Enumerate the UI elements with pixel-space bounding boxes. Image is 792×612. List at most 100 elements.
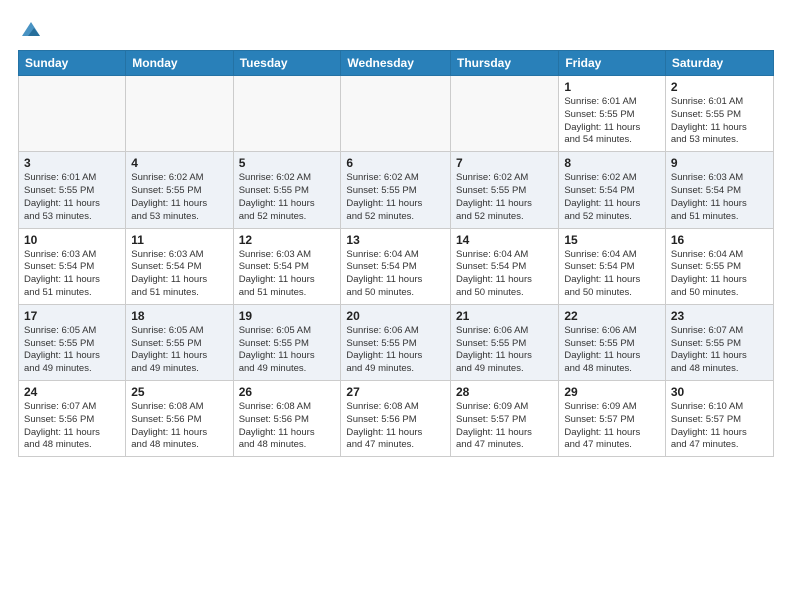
day-info: Sunrise: 6:10 AM Sunset: 5:57 PM Dayligh… — [671, 401, 768, 452]
calendar-week-row: 1 Sunrise: 6:01 AM Sunset: 5:55 PM Daylig… — [19, 76, 774, 152]
day-info: Sunrise: 6:02 AM Sunset: 5:54 PM Dayligh… — [564, 172, 660, 223]
day-number: 13 — [346, 233, 445, 247]
day-number: 23 — [671, 309, 768, 323]
day-info: Sunrise: 6:06 AM Sunset: 5:55 PM Dayligh… — [346, 325, 445, 376]
day-number: 26 — [239, 385, 336, 399]
day-info: Sunrise: 6:06 AM Sunset: 5:55 PM Dayligh… — [564, 325, 660, 376]
calendar-cell: 2 Sunrise: 6:01 AM Sunset: 5:55 PM Daylig… — [665, 76, 773, 152]
calendar-cell: 8 Sunrise: 6:02 AM Sunset: 5:54 PM Daylig… — [559, 152, 666, 228]
day-number: 19 — [239, 309, 336, 323]
day-info: Sunrise: 6:02 AM Sunset: 5:55 PM Dayligh… — [346, 172, 445, 223]
calendar-header-tuesday: Tuesday — [233, 51, 341, 76]
day-number: 3 — [24, 156, 120, 170]
calendar-cell — [126, 76, 233, 152]
calendar-cell: 21Sunrise: 6:06 AM Sunset: 5:55 PM Dayli… — [451, 304, 559, 380]
calendar-cell: 22 Sunrise: 6:06 AM Sunset: 5:55 PM Dayli… — [559, 304, 666, 380]
calendar-week-row: 3 Sunrise: 6:01 AM Sunset: 5:55 PM Daylig… — [19, 152, 774, 228]
day-number: 17 — [24, 309, 120, 323]
day-info: Sunrise: 6:09 AM Sunset: 5:57 PM Dayligh… — [456, 401, 553, 452]
day-number: 10 — [24, 233, 120, 247]
calendar-cell: 20 Sunrise: 6:06 AM Sunset: 5:55 PM Dayli… — [341, 304, 451, 380]
calendar-cell: 29 Sunrise: 6:09 AM Sunset: 5:57 PM Dayli… — [559, 381, 666, 457]
calendar-week-row: 24 Sunrise: 6:07 AM Sunset: 5:56 PM Dayli… — [19, 381, 774, 457]
calendar-header-friday: Friday — [559, 51, 666, 76]
day-number: 7 — [456, 156, 553, 170]
calendar-cell: 1 Sunrise: 6:01 AM Sunset: 5:55 PM Daylig… — [559, 76, 666, 152]
logo — [18, 18, 42, 40]
day-info: Sunrise: 6:07 AM Sunset: 5:55 PM Dayligh… — [671, 325, 768, 376]
calendar-cell: 14Sunrise: 6:04 AM Sunset: 5:54 PM Dayli… — [451, 228, 559, 304]
day-number: 27 — [346, 385, 445, 399]
calendar-cell — [341, 76, 451, 152]
calendar-cell: 15Sunrise: 6:04 AM Sunset: 5:54 PM Dayli… — [559, 228, 666, 304]
calendar-cell: 17 Sunrise: 6:05 AM Sunset: 5:55 PM Dayli… — [19, 304, 126, 380]
day-number: 29 — [564, 385, 660, 399]
day-info: Sunrise: 6:03 AM Sunset: 5:54 PM Dayligh… — [131, 249, 227, 300]
calendar-cell: 18 Sunrise: 6:05 AM Sunset: 5:55 PM Dayli… — [126, 304, 233, 380]
day-number: 11 — [131, 233, 227, 247]
calendar-cell: 26Sunrise: 6:08 AM Sunset: 5:56 PM Dayli… — [233, 381, 341, 457]
calendar-cell — [233, 76, 341, 152]
calendar-cell: 10Sunrise: 6:03 AM Sunset: 5:54 PM Dayli… — [19, 228, 126, 304]
day-number: 9 — [671, 156, 768, 170]
day-number: 18 — [131, 309, 227, 323]
calendar-cell: 16 Sunrise: 6:04 AM Sunset: 5:55 PM Dayli… — [665, 228, 773, 304]
calendar-table: SundayMondayTuesdayWednesdayThursdayFrid… — [18, 50, 774, 457]
day-info: Sunrise: 6:02 AM Sunset: 5:55 PM Dayligh… — [131, 172, 227, 223]
calendar-cell: 24 Sunrise: 6:07 AM Sunset: 5:56 PM Dayli… — [19, 381, 126, 457]
day-info: Sunrise: 6:01 AM Sunset: 5:55 PM Dayligh… — [564, 96, 660, 147]
calendar-cell: 13 Sunrise: 6:04 AM Sunset: 5:54 PM Dayli… — [341, 228, 451, 304]
day-info: Sunrise: 6:08 AM Sunset: 5:56 PM Dayligh… — [346, 401, 445, 452]
calendar-header-wednesday: Wednesday — [341, 51, 451, 76]
calendar-week-row: 17 Sunrise: 6:05 AM Sunset: 5:55 PM Dayli… — [19, 304, 774, 380]
header — [18, 18, 774, 40]
day-number: 24 — [24, 385, 120, 399]
day-number: 22 — [564, 309, 660, 323]
day-number: 14 — [456, 233, 553, 247]
calendar-cell: 11 Sunrise: 6:03 AM Sunset: 5:54 PM Dayli… — [126, 228, 233, 304]
day-info: Sunrise: 6:07 AM Sunset: 5:56 PM Dayligh… — [24, 401, 120, 452]
calendar-cell: 6 Sunrise: 6:02 AM Sunset: 5:55 PM Daylig… — [341, 152, 451, 228]
calendar-cell: 12Sunrise: 6:03 AM Sunset: 5:54 PM Dayli… — [233, 228, 341, 304]
calendar-cell: 4 Sunrise: 6:02 AM Sunset: 5:55 PM Daylig… — [126, 152, 233, 228]
day-number: 5 — [239, 156, 336, 170]
day-info: Sunrise: 6:04 AM Sunset: 5:54 PM Dayligh… — [346, 249, 445, 300]
page: SundayMondayTuesdayWednesdayThursdayFrid… — [0, 0, 792, 612]
calendar-cell: 28Sunrise: 6:09 AM Sunset: 5:57 PM Dayli… — [451, 381, 559, 457]
calendar-cell: 30 Sunrise: 6:10 AM Sunset: 5:57 PM Dayli… — [665, 381, 773, 457]
calendar-cell: 7 Sunrise: 6:02 AM Sunset: 5:55 PM Daylig… — [451, 152, 559, 228]
calendar-header-row: SundayMondayTuesdayWednesdayThursdayFrid… — [19, 51, 774, 76]
day-info: Sunrise: 6:02 AM Sunset: 5:55 PM Dayligh… — [239, 172, 336, 223]
calendar-cell: 3 Sunrise: 6:01 AM Sunset: 5:55 PM Daylig… — [19, 152, 126, 228]
day-number: 21 — [456, 309, 553, 323]
day-info: Sunrise: 6:03 AM Sunset: 5:54 PM Dayligh… — [671, 172, 768, 223]
calendar-header-saturday: Saturday — [665, 51, 773, 76]
calendar-week-row: 10 Sunrise: 6:03 AM Sunset: 5:54 PM Dayli… — [19, 228, 774, 304]
day-number: 2 — [671, 80, 768, 94]
calendar-header-thursday: Thursday — [451, 51, 559, 76]
day-number: 15 — [564, 233, 660, 247]
day-info: Sunrise: 6:01 AM Sunset: 5:55 PM Dayligh… — [24, 172, 120, 223]
day-number: 16 — [671, 233, 768, 247]
calendar-cell: 23 Sunrise: 6:07 AM Sunset: 5:55 PM Dayli… — [665, 304, 773, 380]
day-info: Sunrise: 6:05 AM Sunset: 5:55 PM Dayligh… — [131, 325, 227, 376]
day-number: 8 — [564, 156, 660, 170]
day-info: Sunrise: 6:05 AM Sunset: 5:55 PM Dayligh… — [24, 325, 120, 376]
calendar-header-monday: Monday — [126, 51, 233, 76]
calendar-header-sunday: Sunday — [19, 51, 126, 76]
day-number: 1 — [564, 80, 660, 94]
calendar-cell: 9 Sunrise: 6:03 AM Sunset: 5:54 PM Daylig… — [665, 152, 773, 228]
calendar-cell — [451, 76, 559, 152]
day-info: Sunrise: 6:04 AM Sunset: 5:55 PM Dayligh… — [671, 249, 768, 300]
day-number: 20 — [346, 309, 445, 323]
day-info: Sunrise: 6:08 AM Sunset: 5:56 PM Dayligh… — [131, 401, 227, 452]
day-number: 25 — [131, 385, 227, 399]
day-info: Sunrise: 6:03 AM Sunset: 5:54 PM Dayligh… — [239, 249, 336, 300]
day-number: 4 — [131, 156, 227, 170]
day-info: Sunrise: 6:02 AM Sunset: 5:55 PM Dayligh… — [456, 172, 553, 223]
day-number: 6 — [346, 156, 445, 170]
day-number: 30 — [671, 385, 768, 399]
calendar-cell: 25 Sunrise: 6:08 AM Sunset: 5:56 PM Dayli… — [126, 381, 233, 457]
day-info: Sunrise: 6:09 AM Sunset: 5:57 PM Dayligh… — [564, 401, 660, 452]
day-info: Sunrise: 6:01 AM Sunset: 5:55 PM Dayligh… — [671, 96, 768, 147]
